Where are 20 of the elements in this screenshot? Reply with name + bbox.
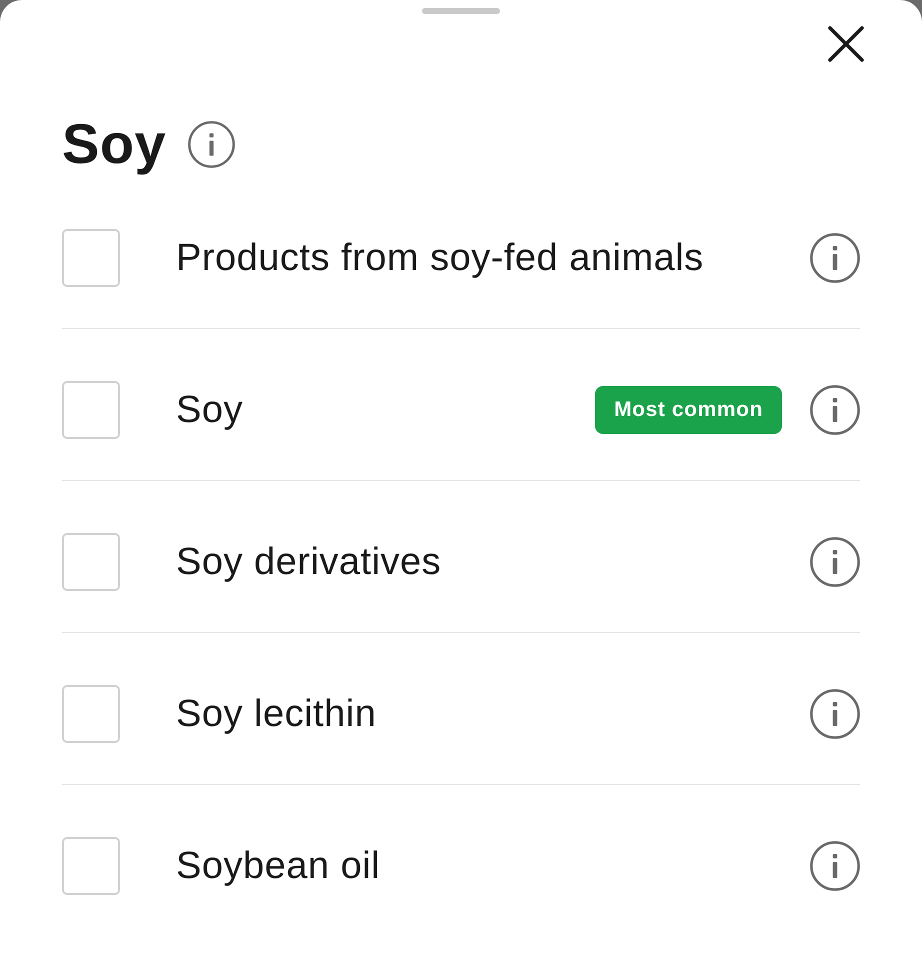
- info-icon[interactable]: [810, 385, 860, 435]
- info-icon[interactable]: [810, 233, 860, 283]
- option-label: Soy: [176, 388, 244, 433]
- sheet-title: Soy: [62, 114, 166, 174]
- checkbox[interactable]: [62, 837, 120, 895]
- info-icon[interactable]: [810, 841, 860, 891]
- checkbox[interactable]: [62, 685, 120, 743]
- drag-handle[interactable]: [422, 8, 500, 14]
- option-label: Products from soy-fed animals: [176, 236, 705, 281]
- close-icon: [828, 26, 864, 62]
- checkbox[interactable]: [62, 381, 120, 439]
- checkbox[interactable]: [62, 533, 120, 591]
- info-icon[interactable]: [810, 689, 860, 739]
- info-icon[interactable]: [188, 120, 236, 168]
- checkbox[interactable]: [62, 229, 120, 287]
- option-label: Soybean oil: [176, 844, 382, 889]
- option-label: Soy derivatives: [176, 540, 442, 585]
- option-label: Soy lecithin: [176, 692, 378, 737]
- info-icon[interactable]: [810, 537, 860, 587]
- most-common-badge: Most common: [595, 386, 782, 434]
